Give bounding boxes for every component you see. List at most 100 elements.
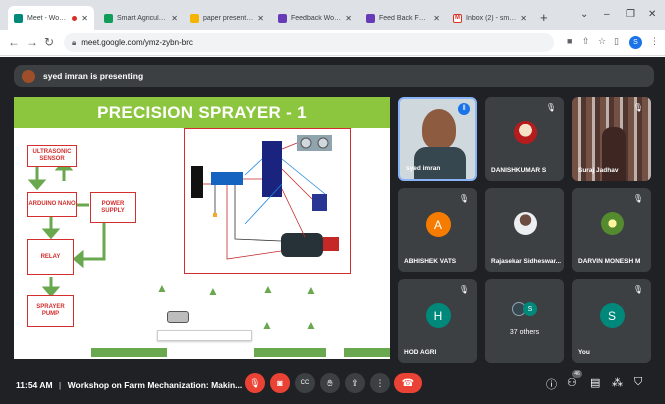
address-bar-row: ← → ↻ 🔒︎ meet.google.com/ymz-zybn-brc ■ …	[0, 30, 665, 56]
tab-feedback-workshop[interactable]: Feedback Workshop ✕	[272, 6, 358, 30]
participant-tile-abhishek-vats[interactable]: 🎙︎ A ABHISHEK VATS	[398, 188, 477, 272]
participant-name: Suraj Jadhav	[578, 167, 619, 174]
more-options-button[interactable]: ⋮	[370, 373, 390, 393]
tab-title: Meet - Worksho	[27, 14, 69, 22]
mic-off-icon: 🎙︎	[458, 194, 469, 203]
speaking-indicator-icon: ⦀	[458, 103, 470, 115]
close-tab-icon[interactable]: ✕	[171, 14, 178, 23]
tab-smart-agriculture[interactable]: Smart Agriculture Mo ✕	[98, 6, 184, 30]
participant-tile-rajasekar[interactable]: Rajasekar Sidheswar...	[485, 188, 564, 272]
url-text: meet.google.com/ymz-zybn-brc	[81, 38, 193, 47]
mic-off-icon: 🎙︎	[545, 103, 556, 112]
power-supply-block: POWER SUPPLY	[90, 192, 136, 223]
meeting-info: 11:54 AM | Workshop on Farm Mechanizatio…	[16, 380, 242, 390]
tab-strip: Meet - Worksho ✕ Smart Agriculture Mo ✕ …	[0, 0, 665, 30]
tab-paper-presented[interactable]: paper presented - Go ✕	[184, 6, 270, 30]
tab-feedback-form[interactable]: Feed Back Form for ✕	[360, 6, 446, 30]
participant-avatar: S	[599, 303, 625, 328]
back-icon[interactable]: ←	[8, 35, 20, 49]
gmail-favicon-icon: M	[453, 13, 462, 23]
close-tab-icon[interactable]: ✕	[433, 14, 440, 23]
sheets-favicon-icon	[104, 13, 113, 23]
camera-toggle-button[interactable]: ◙	[270, 373, 290, 393]
meeting-details-icon[interactable]: ⓘ	[546, 376, 557, 392]
close-tab-icon[interactable]: ✕	[81, 14, 88, 23]
participant-video	[422, 109, 456, 149]
close-window-button[interactable]: ✕	[648, 9, 656, 20]
forms-favicon-icon	[366, 13, 375, 23]
reload-icon[interactable]: ↻	[44, 35, 54, 49]
participant-name: syed imran	[406, 165, 441, 172]
side-panel-icon[interactable]: ▯	[614, 36, 619, 47]
mic-toggle-button[interactable]: 🎙︎	[245, 373, 265, 393]
leave-call-button[interactable]: ☎︎	[394, 373, 422, 393]
close-tab-icon[interactable]: ✕	[520, 14, 527, 23]
circuit-diagram	[184, 128, 351, 274]
camera-icon[interactable]: ■	[567, 36, 572, 46]
participant-avatar: A	[425, 212, 451, 237]
more-menu-icon[interactable]: ⋮	[650, 36, 659, 47]
meet-favicon-icon	[14, 13, 23, 23]
tab-inbox[interactable]: M Inbox (2) - smartagric ✕	[447, 6, 533, 30]
other-participant-avatar: S	[523, 302, 537, 316]
participant-avatar	[513, 121, 537, 144]
ultrasonic-sensor-block: ULTRASONIC SENSOR	[27, 145, 77, 167]
chat-icon[interactable]: ▤	[590, 376, 600, 389]
bookmark-star-icon[interactable]: ☆	[598, 36, 606, 47]
participant-tile-danishkumar[interactable]: 🎙︎ DANISHKUMAR S	[485, 97, 564, 181]
separator: |	[58, 380, 62, 390]
participant-tile-darvin-monesh[interactable]: 🎙︎ DARVIN MONESH M	[572, 188, 651, 272]
mic-off-icon: 🎙︎	[458, 285, 469, 294]
host-controls-icon[interactable]: ⛉	[634, 376, 642, 389]
mic-off-icon: 🎙︎	[632, 194, 643, 203]
participant-name: DARVIN MONESH M	[578, 258, 641, 265]
participant-tile-suraj-jadhav[interactable]: 🎙︎ Suraj Jadhav	[572, 97, 651, 181]
arduino-nano-block: ARDUINO NANO	[27, 192, 77, 217]
present-screen-button[interactable]: ⇪	[345, 373, 365, 393]
lock-icon[interactable]: 🔒︎	[72, 38, 76, 48]
tab-search-icon[interactable]: ⌄	[580, 9, 588, 20]
tab-title: Inbox (2) - smartagric	[466, 14, 517, 22]
raise-hand-button[interactable]: ✋︎	[320, 373, 340, 393]
participant-name: HOD AGRI	[404, 349, 437, 356]
ground-strip	[91, 348, 167, 357]
participant-avatar: H	[425, 303, 451, 328]
close-tab-icon[interactable]: ✕	[345, 14, 352, 23]
ground-strip	[344, 348, 390, 357]
participant-name: You	[578, 349, 590, 356]
restore-button[interactable]: ❐	[626, 9, 635, 20]
tree-icon: ▲	[262, 282, 274, 296]
meeting-time: 11:54 AM	[16, 380, 53, 390]
sprayer-rover-image	[167, 311, 189, 323]
participant-count-badge: 46	[572, 370, 582, 378]
tab-meet[interactable]: Meet - Worksho ✕	[8, 6, 94, 30]
sprayer-pump-block: SPRAYER PUMP	[27, 295, 74, 327]
participant-tile-others[interactable]: S 37 others	[485, 279, 564, 363]
participant-name: DANISHKUMAR S	[491, 167, 547, 174]
profile-avatar[interactable]: S	[629, 36, 642, 49]
captions-button[interactable]: CC	[295, 373, 315, 393]
participant-avatar	[513, 212, 537, 235]
share-icon[interactable]: ⇧	[582, 36, 590, 47]
slide-search-overlay	[157, 330, 252, 341]
tab-title: Smart Agriculture Mo	[117, 14, 167, 22]
tree-icon: ▲	[156, 281, 168, 295]
tab-title: paper presented - Go	[203, 14, 254, 22]
tree-icon: ▲	[305, 283, 317, 297]
participant-tile-hod-agri[interactable]: 🎙︎ H HOD AGRI	[398, 279, 477, 363]
participant-avatar	[600, 212, 624, 235]
omnibox[interactable]: 🔒︎ meet.google.com/ymz-zybn-brc	[64, 33, 554, 52]
tree-icon: ▲	[305, 318, 317, 332]
participant-video-body	[414, 147, 466, 179]
participant-tile-syed-imran[interactable]: ⦀ syed imran	[398, 97, 477, 181]
activities-icon[interactable]: ⁂	[612, 376, 623, 389]
relay-block: RELAY	[27, 239, 74, 275]
shared-screen: PRECISION SPRAYER - 1 ULTRASONIC SENSOR …	[14, 97, 390, 359]
minimize-button[interactable]: –	[604, 9, 610, 20]
tab-title: Feedback Workshop	[291, 14, 341, 22]
forms-favicon-icon	[278, 13, 287, 23]
new-tab-button[interactable]: +	[540, 10, 548, 25]
close-tab-icon[interactable]: ✕	[257, 14, 264, 23]
participant-tile-you[interactable]: 🎙︎ S You	[572, 279, 651, 363]
forward-icon[interactable]: →	[26, 35, 38, 49]
